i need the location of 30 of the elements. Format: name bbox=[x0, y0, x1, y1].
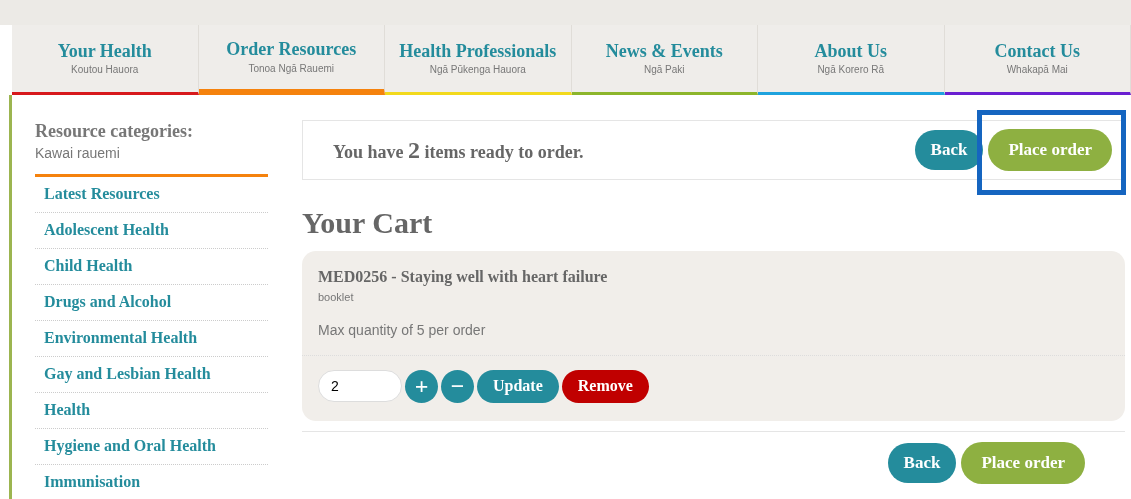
place-order-button[interactable]: Place order bbox=[988, 129, 1112, 171]
decrease-button[interactable]: − bbox=[441, 369, 474, 403]
back-button[interactable]: Back bbox=[887, 442, 957, 483]
category-link[interactable]: Adolescent Health bbox=[44, 218, 169, 242]
cart-title: Your Cart bbox=[302, 205, 434, 241]
item-type: booklet bbox=[318, 290, 355, 305]
category-link[interactable]: Hygiene and Oral Health bbox=[44, 434, 216, 458]
remove-button[interactable]: Remove bbox=[561, 369, 649, 403]
update-button[interactable]: Update bbox=[477, 369, 559, 403]
category-link[interactable]: Latest Resources bbox=[44, 182, 160, 206]
category-link[interactable]: Child Health bbox=[44, 254, 133, 278]
category-link[interactable]: Gay and Lesbian Health bbox=[44, 362, 211, 386]
category-link[interactable]: Immunisation bbox=[44, 470, 141, 494]
increase-button[interactable]: + bbox=[405, 369, 438, 403]
sidebar-subtitle: Kawai rauemi bbox=[35, 143, 121, 163]
nav-tab[interactable]: Health Professionals Ngā Pūkenga Hauora bbox=[385, 25, 572, 95]
category-link[interactable]: Health bbox=[44, 398, 91, 422]
nav-tab[interactable]: News & Events Ngā Paki bbox=[571, 25, 758, 95]
category-link[interactable]: Drugs and Alcohol bbox=[44, 290, 172, 314]
item-title: MED0256 - Staying well with heart failure bbox=[318, 267, 609, 288]
nav-tab[interactable]: About Us Ngā Korero Rā bbox=[758, 25, 945, 95]
sidebar-title: Resource categories: bbox=[35, 120, 195, 143]
nav-tab[interactable]: Your Health Koutou Hauora bbox=[12, 25, 199, 95]
order-summary: You have 2 items ready to order. bbox=[333, 136, 584, 165]
nav-tab[interactable]: Contact Us Whakapā Mai bbox=[944, 25, 1131, 95]
quantity-field[interactable]: 2 bbox=[318, 370, 402, 402]
category-link[interactable]: Environmental Health bbox=[44, 326, 198, 350]
place-order-button[interactable]: Place order bbox=[961, 441, 1085, 484]
nav-tab[interactable]: Order Resources Tonoa Ngā Rauemi bbox=[198, 25, 385, 95]
quantity-note: Max quantity of 5 per order bbox=[318, 320, 487, 340]
